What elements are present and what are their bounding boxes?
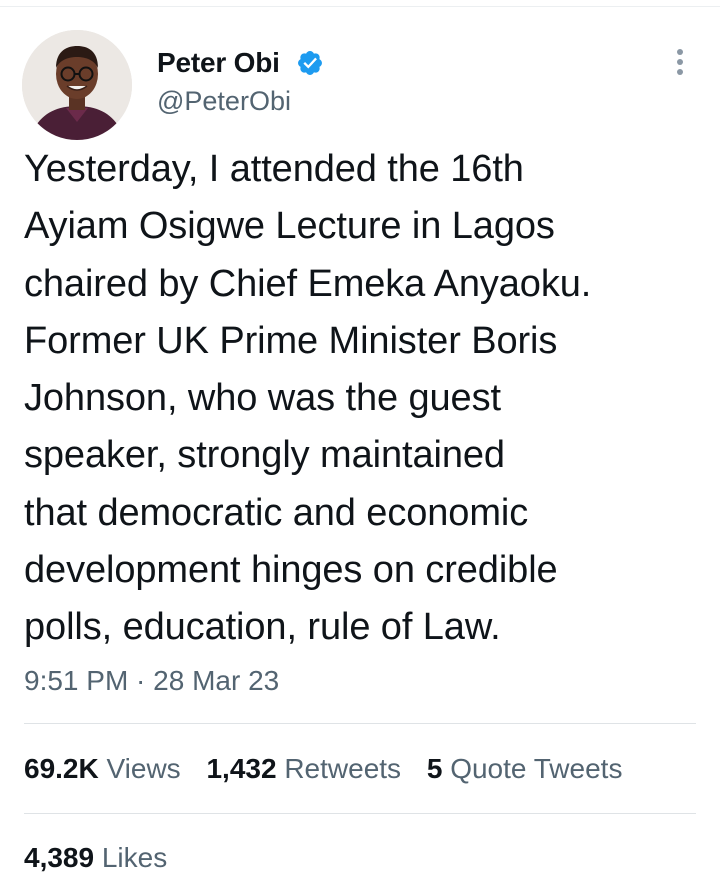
retweets-count: 1,432 — [206, 753, 277, 784]
likes-stat-row: 4,389 Likes — [24, 840, 185, 876]
more-dot — [677, 69, 683, 75]
quote-tweets-count: 5 — [426, 753, 443, 784]
likes-label: Likes — [101, 842, 168, 873]
retweets-label: Retweets — [284, 753, 402, 784]
views-stat[interactable]: 69.2K Views — [24, 751, 181, 787]
views-count: 69.2K — [24, 753, 99, 784]
retweets-stat[interactable]: 1,432 Retweets — [206, 751, 401, 787]
avatar[interactable] — [22, 30, 132, 140]
tweet-timestamp[interactable]: 9:51 PM · 28 Mar 23 — [24, 663, 279, 699]
views-label: Views — [106, 753, 181, 784]
author-name[interactable]: Peter Obi — [157, 44, 280, 82]
avatar-image — [22, 30, 132, 140]
top-border — [0, 0, 720, 7]
quote-tweets-stat[interactable]: 5 Quote Tweets — [427, 751, 623, 787]
more-options-icon[interactable] — [668, 46, 692, 78]
divider — [24, 723, 696, 724]
engagement-stats: 69.2K Views 1,432 Retweets 5 Quote Tweet… — [24, 751, 640, 787]
quote-tweets-label: Quote Tweets — [450, 753, 623, 784]
likes-stat[interactable]: 4,389 Likes — [24, 840, 167, 876]
verified-badge-icon — [298, 51, 322, 75]
more-dot — [677, 59, 683, 65]
more-dot — [677, 49, 683, 55]
likes-count: 4,389 — [24, 842, 95, 873]
tweet-text: Yesterday, I attended the 16th Ayiam Osi… — [24, 148, 592, 649]
divider — [24, 813, 696, 814]
author-handle[interactable]: @PeterObi — [157, 84, 291, 118]
